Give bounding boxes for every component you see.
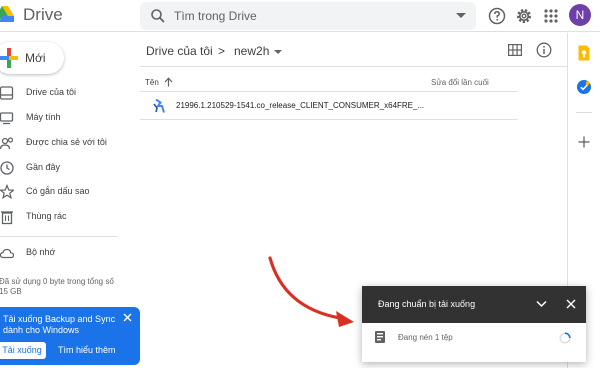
sidebar-item-starred[interactable]: Có gắn dấu sao <box>0 181 128 203</box>
close-icon[interactable] <box>123 313 132 322</box>
download-panel-header: Đang chuẩn bị tải xuống <box>362 286 586 323</box>
file-name: 21996.1.210529-1541.co_release_CLIENT_CO… <box>176 101 425 110</box>
search-input[interactable] <box>174 5 444 27</box>
download-panel-title: Đang chuẩn bị tải xuống <box>378 299 476 309</box>
app-title[interactable]: Drive <box>23 5 63 25</box>
breadcrumb-my-drive[interactable]: Drive của tôi <box>146 44 213 58</box>
help-icon[interactable] <box>488 7 506 25</box>
sidebar-item-my-drive[interactable]: Drive của tôi <box>0 82 128 104</box>
sidebar-item-trash[interactable]: Thùng rác <box>0 206 128 228</box>
storage-usage-text: Đã sử dụng 0 byte trong tổng số 15 GB <box>0 277 114 296</box>
column-header-name[interactable]: Tên <box>145 78 159 87</box>
zip-file-icon <box>375 331 385 343</box>
sort-up-arrow-icon[interactable] <box>164 77 173 87</box>
search-options-icon[interactable] <box>456 13 466 18</box>
learn-more-link[interactable]: Tìm hiểu thêm <box>58 345 116 355</box>
settings-gear-icon[interactable] <box>515 7 533 25</box>
sidebar-divider <box>0 236 118 237</box>
apps-grid-icon[interactable] <box>542 7 560 25</box>
close-icon[interactable] <box>566 299 576 309</box>
sidebar-item-label: Drive của tôi <box>26 87 77 97</box>
sidebar-item-shared[interactable]: Được chia sẻ với tôi <box>0 132 128 154</box>
breadcrumb-separator: > <box>218 44 226 58</box>
sidebar-item-label: Có gắn dấu sao <box>26 186 90 196</box>
download-backup-button[interactable]: Tải xuống <box>0 342 46 359</box>
side-panel-divider <box>576 112 592 113</box>
computer-icon <box>0 112 14 125</box>
add-addon-plus-icon[interactable] <box>578 136 590 148</box>
chevron-down-icon[interactable] <box>536 300 547 308</box>
new-button[interactable]: Mới <box>0 42 64 74</box>
installer-file-icon <box>153 99 165 113</box>
sidebar-item-recent[interactable]: Gần đây <box>0 157 128 179</box>
loading-spinner-icon <box>559 332 571 344</box>
search-icon[interactable] <box>150 8 166 24</box>
download-item-row: Đang nén 1 tệp <box>362 323 586 362</box>
sidebar-item-label: Bộ nhớ <box>26 247 56 257</box>
column-header-last-modified[interactable]: Sửa đổi lần cuối <box>431 78 489 87</box>
grid-view-icon[interactable] <box>508 44 522 56</box>
cloud-icon <box>0 248 14 259</box>
new-button-label: Mới <box>25 51 46 65</box>
clock-icon <box>0 161 14 175</box>
backup-sync-promo: Tải xuống Backup and Sync dành cho Windo… <box>0 307 140 365</box>
account-avatar[interactable]: N <box>569 4 591 26</box>
red-arrow-annotation <box>268 256 354 327</box>
search-bar[interactable] <box>140 2 476 30</box>
breadcrumb-current-folder[interactable]: new2h <box>234 44 269 58</box>
sidebar-item-storage[interactable]: Bộ nhớ <box>0 242 128 264</box>
sidebar-item-label: Thùng rác <box>26 211 67 221</box>
star-icon <box>0 184 14 200</box>
my-drive-icon <box>0 86 14 100</box>
chevron-down-icon[interactable] <box>274 50 282 54</box>
keep-icon[interactable] <box>578 45 590 61</box>
promo-text: Tải xuống Backup and Sync dành cho Windo… <box>3 314 116 335</box>
sidebar-item-label: Máy tính <box>26 112 61 122</box>
sidebar-item-label: Gần đây <box>26 162 61 172</box>
plus-icon <box>0 48 18 68</box>
file-row[interactable]: 21996.1.210529-1541.co_release_CLIENT_CO… <box>140 92 518 120</box>
trash-icon <box>1 211 13 225</box>
shared-icon <box>0 137 14 150</box>
sidebar-item-label: Được chia sẻ với tôi <box>26 137 107 147</box>
download-progress-panel: Đang chuẩn bị tải xuống Đang nén 1 tệp <box>362 286 586 362</box>
info-icon[interactable] <box>536 42 552 58</box>
tasks-icon[interactable] <box>577 80 591 94</box>
sidebar-item-computers[interactable]: Máy tính <box>0 107 128 129</box>
download-status-text: Đang nén 1 tệp <box>398 333 453 342</box>
drive-logo-icon[interactable] <box>0 6 14 22</box>
toolbar-divider <box>140 66 568 67</box>
top-header: Drive N <box>0 0 600 32</box>
